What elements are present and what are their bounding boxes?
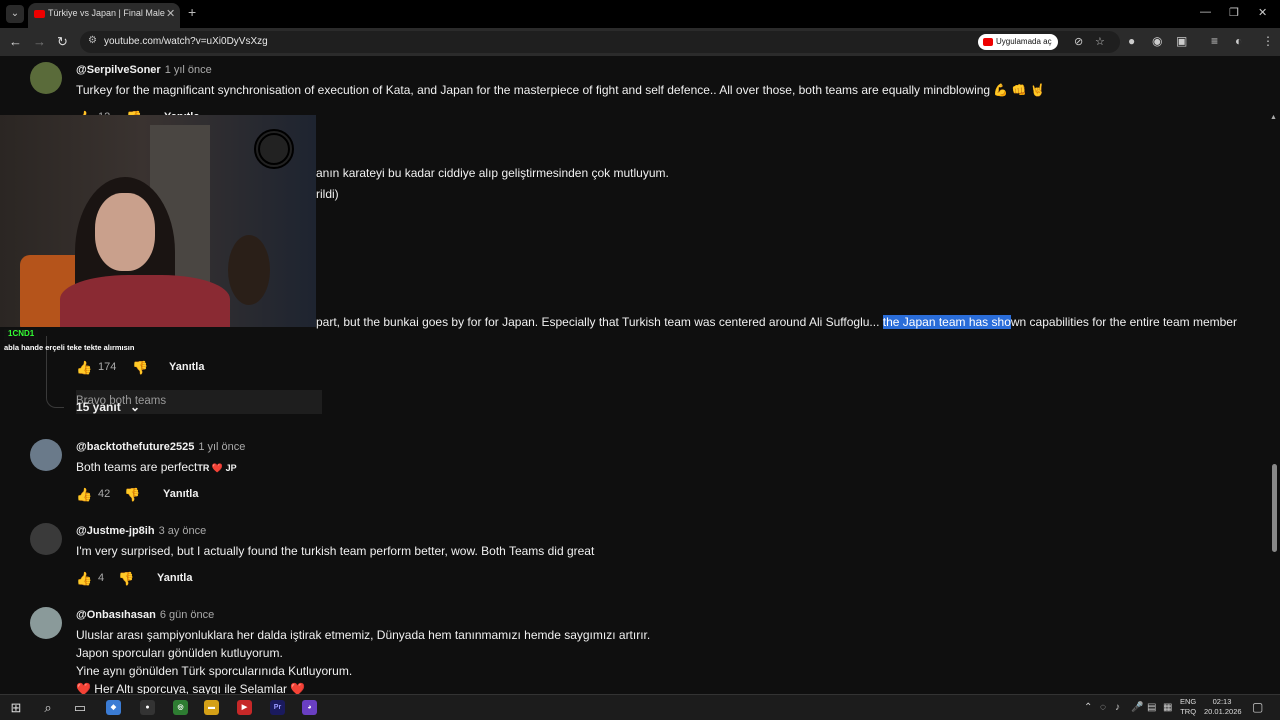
streamer-face [95,193,155,271]
browser-tab[interactable]: Türkiye vs Japan | Final Male Ka ✕ [28,3,180,28]
open-in-app-label: Uygulamada aç [996,37,1052,46]
scrollbar-thumb[interactable] [1272,464,1277,552]
address-bar[interactable]: ⚙ youtube.com/watch?v=uXi0DyVsXzg Uygula… [80,31,1120,53]
open-in-app-button[interactable]: Uygulamada aç [978,34,1058,50]
windows-start-icon[interactable]: ⊞ [8,700,24,716]
comment-text: rildi) [316,187,339,201]
avatar[interactable] [30,523,62,555]
restore-button[interactable]: ❐ [1229,6,1239,19]
profile-avatar-icon[interactable]: ◐ [1235,34,1242,48]
extension-icon[interactable]: ◉ [1152,34,1162,48]
search-icon[interactable]: ⌕ [40,700,56,716]
chat-user-badge: 1CND1 [4,329,39,341]
site-info-icon[interactable]: ⚙ [88,35,97,46]
minimize-button[interactable]: — [1200,6,1211,18]
comment-text: Yine aynı gönülden Türk sporcularınıda K… [76,664,353,678]
tray-overflow-icon[interactable]: ⌃ [1084,702,1092,713]
tab-bar: ⌄ Türkiye vs Japan | Final Male Ka ✕ + —… [0,0,1280,28]
comment-author[interactable]: @Onbasıhasan 6 gün önce [76,609,214,621]
volume-icon[interactable]: ♪ [1115,702,1120,713]
comment-author[interactable]: @SerpilveSoner 1 yıl önce [76,64,212,76]
obs-app-icon[interactable]: ● [140,700,155,715]
avatar[interactable] [30,62,62,94]
menu-icon[interactable]: ⋮ [1262,34,1274,48]
like-count: 174 [98,361,117,373]
video-app-icon[interactable]: ▶ [237,700,252,715]
forward-icon[interactable]: → [33,34,46,49]
chat-message: abla hande erçeli teke tekte alırmısın [4,343,135,352]
comment-text: part, but the bunkai goes by for for Jap… [316,315,1237,329]
file-explorer-icon[interactable]: ▬ [204,700,219,715]
url-text: youtube.com/watch?v=uXi0DyVsXzg [104,36,268,47]
task-view-icon[interactable]: ▭ [72,700,88,716]
notification-icon[interactable]: ▢ [1252,700,1263,714]
reload-icon[interactable]: ↻ [57,34,68,50]
tab-close-icon[interactable]: ✕ [166,7,175,20]
copilot-app-icon[interactable]: ◆ [106,700,121,715]
language-indicator[interactable]: ENG TRQ [1180,697,1196,717]
browser-toolbar: ← → ↻ ⚙ youtube.com/watch?v=uXi0DyVsXzg … [0,28,1280,56]
like-icon[interactable]: 👍 [76,487,92,503]
youtube-icon [983,38,993,46]
dislike-icon[interactable]: 👎 [132,360,148,376]
reply-button[interactable]: Yanıtla [157,572,192,584]
comment-text: I'm very surprised, but I actually found… [76,544,595,558]
dislike-icon[interactable]: 👎 [118,571,134,587]
streamer-shirt [60,275,230,327]
comment-text: ❤️ Her Altı sporcuya, saygı ile Selamlar… [76,682,306,694]
back-icon[interactable]: ← [9,34,22,49]
microphone-icon[interactable]: 🎤 [1131,702,1143,713]
target-decoration [254,129,294,169]
avatar[interactable] [30,439,62,471]
comment-text: Japon sporcuları gönülden kutluyorum. [76,646,283,660]
guitar [228,235,270,305]
new-tab-button[interactable]: + [188,4,196,20]
selected-text: the Japan team has sho [882,315,1011,329]
extension-icon[interactable]: ● [1128,34,1135,48]
bookmark-star-icon[interactable]: ☆ [1095,35,1105,48]
youtube-favicon-icon [34,10,45,18]
like-icon[interactable]: 👍 [76,360,92,376]
system-clock[interactable]: 02:13 20.01.2026 [1204,697,1242,717]
comment-text: anın karateyi bu kadar ciddiye alıp geli… [316,166,669,180]
comment-text: Both teams are perfectTR ❤️ JP [76,460,237,474]
reply-button[interactable]: Yanıtla [163,488,198,500]
chrome-app-icon[interactable]: ◎ [173,700,188,715]
scroll-up-arrow-icon[interactable]: ▲ [1270,114,1277,121]
like-count: 4 [98,572,105,584]
eye-slash-icon[interactable]: ⊘ [1074,35,1083,48]
tab-title: Türkiye vs Japan | Final Male Ka [48,8,166,18]
webcam-overlay [0,115,316,327]
close-window-button[interactable]: ✕ [1258,6,1267,19]
taskbar: ⊞ ⌕ ▭ ◆ ● ◎ ▬ ▶ Pr ◕ ⌃ ◌ ♪ 🎤 ▤ ▦ ENG TRQ… [0,694,1280,720]
tray-app-icon[interactable]: ◌ [1100,702,1106,713]
puzzle-icon[interactable]: ▣ [1176,34,1187,48]
comment-text: Uluslar arası şampiyonluklara her dalda … [76,628,651,642]
premiere-pro-icon[interactable]: Pr [270,700,285,715]
avatar[interactable] [30,607,62,639]
like-count: 42 [98,488,111,500]
comment-author[interactable]: @backtothefuture2525 1 yıl önce [76,441,245,453]
chevron-down-icon: ⌄ [130,400,141,414]
dislike-icon[interactable]: 👎 [124,487,140,503]
replies-toggle-button[interactable]: 15 yanıt ⌄ [76,400,140,414]
comment-text: Turkey for the magnificant synchronisati… [76,83,1045,97]
network-icon[interactable]: ▤ [1147,702,1156,713]
discord-app-icon[interactable]: ◕ [302,700,317,715]
tray-app-icon[interactable]: ▦ [1163,702,1172,713]
reply-button[interactable]: Yanıtla [169,361,204,373]
tab-search-icon[interactable]: ⌄ [6,5,24,23]
reading-list-icon[interactable]: ≡ [1211,34,1218,48]
like-icon[interactable]: 👍 [76,571,92,587]
comment-author[interactable]: @Justme-jp8ih 3 ay önce [76,525,206,537]
